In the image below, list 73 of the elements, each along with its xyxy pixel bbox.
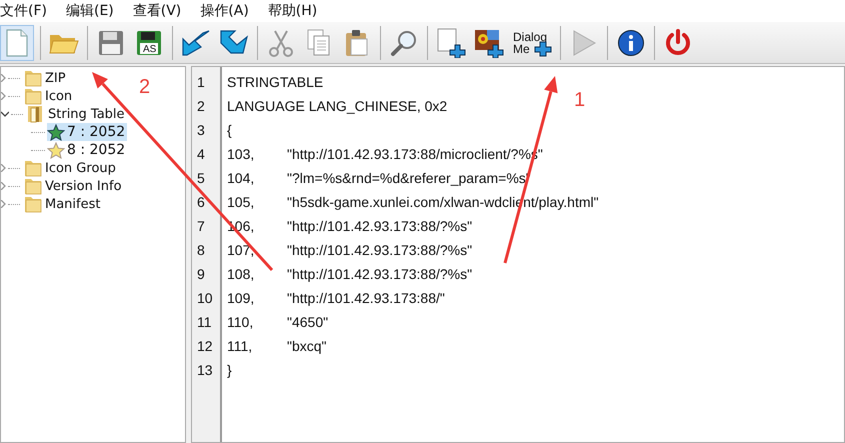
- code-text: STRINGTABLE: [227, 74, 324, 90]
- code-text: 107,: [227, 241, 256, 260]
- code-text: {: [227, 122, 232, 138]
- line-number: 9: [197, 266, 205, 282]
- line-number: 13: [197, 362, 213, 378]
- line-number: 4: [197, 146, 205, 162]
- code-text: LANGUAGE LANG_CHINESE, 0x2: [227, 98, 448, 114]
- menu-item[interactable]: 查看(V): [132, 2, 190, 20]
- line-number: 11: [197, 314, 212, 330]
- info-icon: [617, 28, 645, 56]
- tree-item[interactable]: ZIP: [43, 70, 68, 86]
- line-number: 7: [197, 218, 205, 234]
- play-icon: [571, 28, 597, 56]
- line-number: 1: [197, 74, 205, 90]
- arrow-icon: [181, 28, 211, 56]
- arrow-icon: [219, 28, 249, 56]
- folder-icon: [23, 177, 43, 195]
- tree-item[interactable]: Icon Group: [43, 160, 118, 176]
- document-icon: [5, 28, 29, 56]
- scissors-icon: [267, 28, 295, 56]
- expand-icon[interactable]: [1, 92, 6, 100]
- string-value: "http://101.42.93.173:88/?%s": [287, 218, 472, 234]
- tree-item[interactable]: 8 : 2052: [47, 141, 128, 159]
- code-text: 111,: [227, 337, 254, 356]
- menu-item[interactable]: 帮助(H): [268, 2, 326, 20]
- code-text: 104,: [227, 169, 256, 188]
- add-document-icon: [436, 28, 466, 58]
- line-number: 8: [197, 242, 205, 258]
- expand-icon[interactable]: [1, 74, 6, 82]
- power-icon: [664, 28, 692, 56]
- tree-item[interactable]: Manifest: [43, 196, 102, 212]
- menu-item[interactable]: 编辑(E): [66, 2, 123, 20]
- tree-item[interactable]: 7 : 2052: [47, 123, 128, 141]
- expand-icon[interactable]: [1, 200, 6, 208]
- folder-icon: [23, 87, 43, 105]
- code-text: }: [227, 362, 232, 378]
- menu-item[interactable]: 文件(F): [0, 2, 56, 20]
- plus-icon: [534, 40, 552, 56]
- folder-icon: [23, 195, 43, 213]
- line-number: 5: [197, 170, 205, 186]
- expand-icon[interactable]: [1, 164, 6, 172]
- line-number: 2: [197, 98, 205, 114]
- line-number: 12: [197, 338, 213, 354]
- string-value: "4650": [287, 314, 328, 330]
- code-text: 110,: [227, 313, 254, 332]
- clipboard-icon: [345, 28, 369, 56]
- code-text: 105,: [227, 193, 256, 212]
- code-text: 108,: [227, 265, 256, 284]
- tree-item[interactable]: Version Info: [43, 178, 124, 194]
- folder-icon: [23, 159, 43, 177]
- string-value: "http://101.42.93.173:88/?%s": [287, 266, 472, 282]
- line-number: 3: [197, 122, 205, 138]
- tree-item[interactable]: Icon: [43, 88, 74, 104]
- string-value: "http://101.42.93.173:88/?%s": [287, 242, 472, 258]
- collapse-icon[interactable]: [1, 110, 9, 118]
- expand-icon[interactable]: [1, 182, 6, 190]
- folder-icon: [23, 69, 43, 87]
- copy-icon: [307, 28, 331, 56]
- star-icon: [47, 142, 65, 158]
- string-value: "http://101.42.93.173:88/": [287, 290, 445, 306]
- star-icon: [47, 124, 65, 140]
- search-icon: [390, 28, 418, 56]
- annotation-number: 2: [139, 77, 150, 97]
- annotation-number: 1: [574, 90, 586, 110]
- code-text: 109,: [227, 289, 256, 308]
- line-number: 10: [197, 290, 213, 306]
- line-number: 6: [197, 194, 205, 210]
- tree-item[interactable]: String Table: [46, 106, 127, 122]
- code-text: 103,: [227, 145, 256, 164]
- menu-item[interactable]: 操作(A): [200, 2, 258, 20]
- string-value: "bxcq": [287, 338, 327, 354]
- toolbar-button[interactable]: AS: [132, 24, 166, 60]
- add-image-icon: [474, 28, 504, 58]
